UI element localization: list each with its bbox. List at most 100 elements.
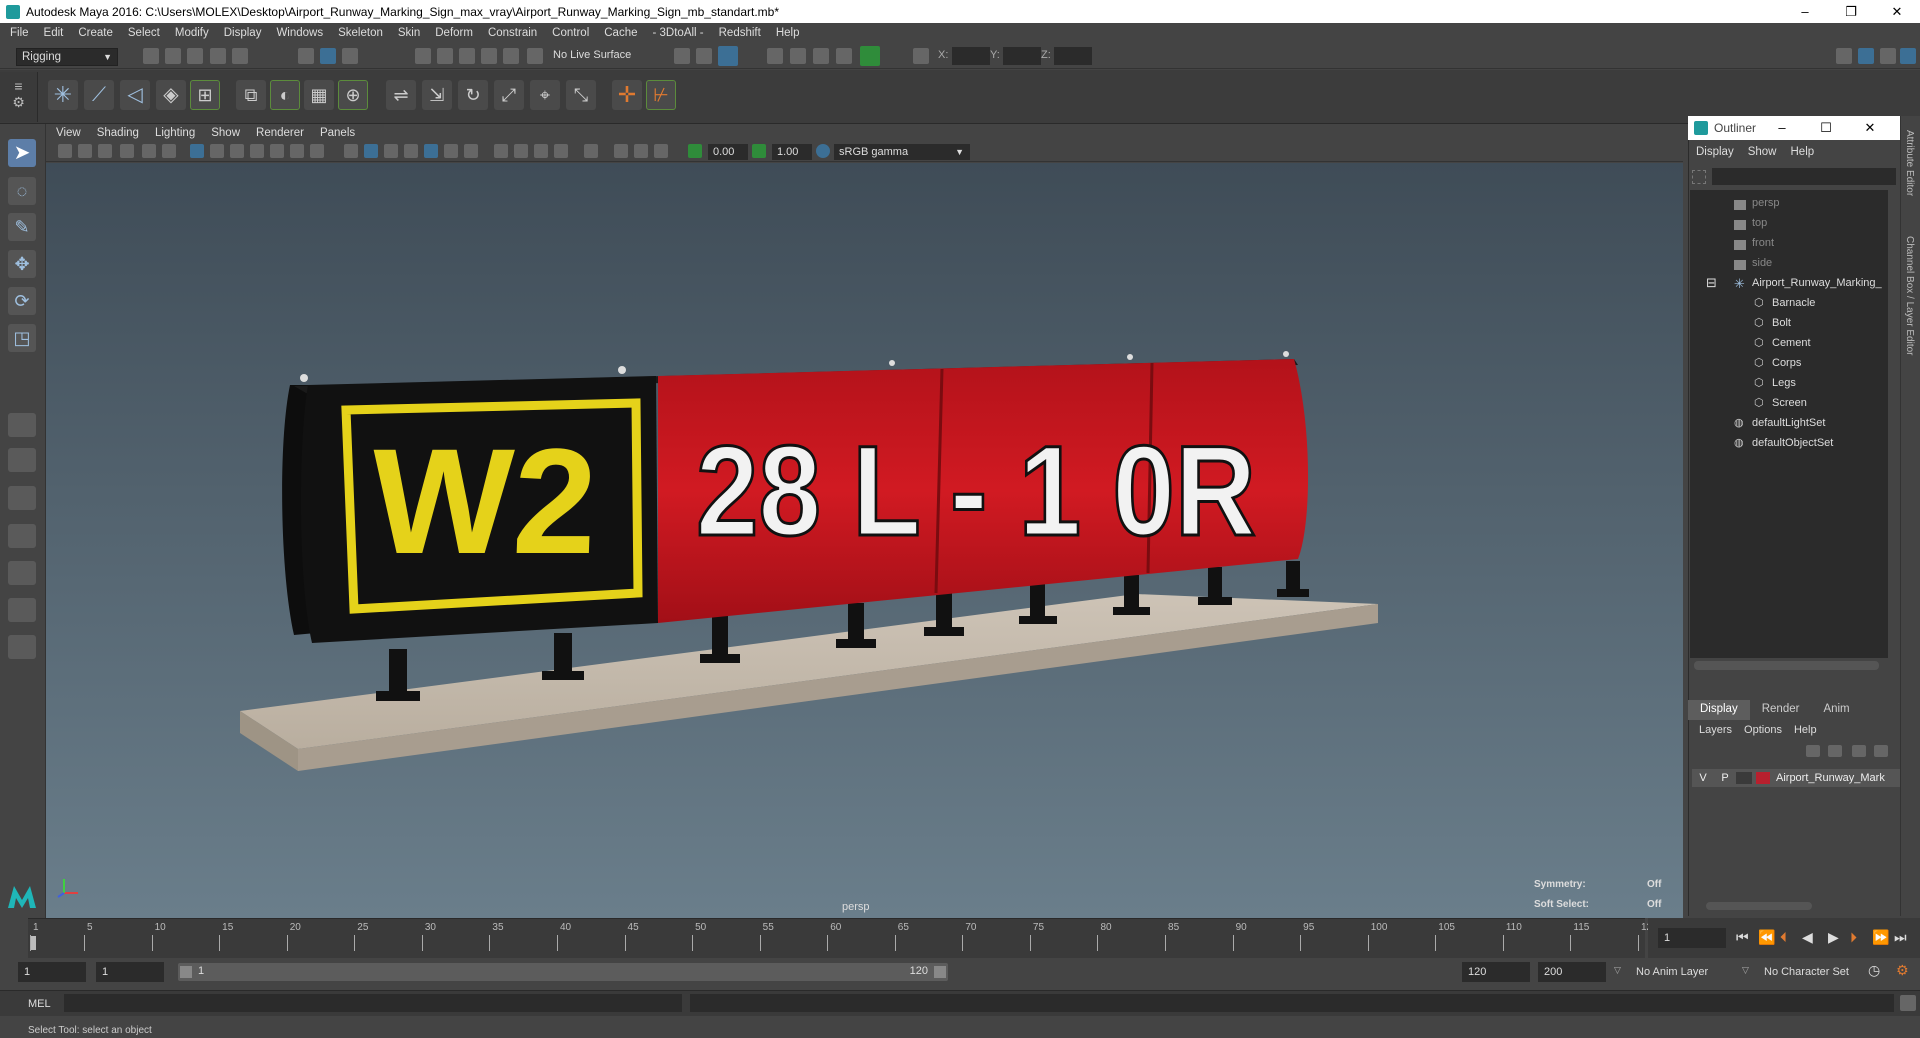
- ik-handle-icon[interactable]: ⟋: [84, 80, 114, 110]
- single-perspective-layout-icon[interactable]: [8, 413, 36, 437]
- ik-spline-icon[interactable]: ◁: [120, 80, 150, 110]
- menu-constrain[interactable]: Constrain: [488, 27, 537, 39]
- persp-graph-layout-icon[interactable]: [8, 524, 36, 548]
- viewport-menu-show[interactable]: Show: [211, 127, 240, 139]
- step-forward-frame-icon[interactable]: ⏩: [1872, 929, 1889, 945]
- channel-box-toggle-icon[interactable]: [1900, 48, 1916, 64]
- menu-skin[interactable]: Skin: [398, 27, 420, 39]
- runway-sign-model[interactable]: W2 28 L - 1 0R: [46, 163, 1683, 918]
- render-frame-icon[interactable]: [790, 48, 806, 64]
- construction-history-icon[interactable]: [674, 48, 690, 64]
- menu-cache[interactable]: Cache: [604, 27, 637, 39]
- menu-deform[interactable]: Deform: [435, 27, 473, 39]
- hypershade-icon[interactable]: [860, 46, 880, 66]
- layer-menu-options[interactable]: Options: [1744, 724, 1782, 740]
- outliner-item-persp[interactable]: persp: [1752, 197, 1780, 209]
- outliner-item-screen[interactable]: Screen: [1772, 397, 1807, 409]
- play-backward-icon[interactable]: ◀: [1802, 929, 1813, 945]
- current-frame-field[interactable]: 1: [1658, 928, 1726, 948]
- chevron-down-icon[interactable]: ▽: [1614, 965, 1621, 976]
- playback-start-field[interactable]: 1: [96, 962, 164, 982]
- undo-icon[interactable]: [210, 48, 226, 64]
- move-layer-down-icon[interactable]: [1828, 745, 1842, 757]
- tab-display[interactable]: Display: [1688, 700, 1750, 720]
- range-end-handle[interactable]: [934, 966, 946, 978]
- two-d-pan-zoom-icon[interactable]: [142, 144, 156, 158]
- xray-active-icon[interactable]: [634, 144, 648, 158]
- uv-editor-layout-icon[interactable]: [8, 598, 36, 622]
- menu-control[interactable]: Control: [552, 27, 589, 39]
- resolution-gate-icon[interactable]: [230, 144, 244, 158]
- snap-view-icon[interactable]: [481, 48, 497, 64]
- outliner-filter-icon[interactable]: [1692, 170, 1706, 184]
- outliner-item-side[interactable]: side: [1752, 257, 1772, 269]
- color-space-select[interactable]: sRGB gamma ▼: [834, 144, 970, 160]
- field-chart-icon[interactable]: [270, 144, 284, 158]
- menu-file[interactable]: File: [10, 27, 29, 39]
- color-management-icon[interactable]: [816, 144, 830, 158]
- playback-end-field[interactable]: 120: [1462, 962, 1530, 982]
- outliner-item-barnacle[interactable]: Barnacle: [1772, 297, 1815, 309]
- menu-skeleton[interactable]: Skeleton: [338, 27, 383, 39]
- outliner-menu-help[interactable]: Help: [1791, 146, 1815, 162]
- shelf-tab-handle[interactable]: ≡ ⚙: [0, 72, 38, 122]
- layer-playback-toggle[interactable]: P: [1714, 772, 1736, 784]
- snap-surface-icon[interactable]: [503, 48, 519, 64]
- outliner-item-default-light-set[interactable]: defaultLightSet: [1752, 417, 1825, 429]
- redo-icon[interactable]: [232, 48, 248, 64]
- safe-action-icon[interactable]: [290, 144, 304, 158]
- move-layer-up-icon[interactable]: [1806, 745, 1820, 757]
- snap-point-icon[interactable]: [459, 48, 475, 64]
- close-button[interactable]: ✕: [1874, 0, 1920, 23]
- snap-curve-icon[interactable]: [437, 48, 453, 64]
- outliner-item-top[interactable]: top: [1752, 217, 1767, 229]
- shelf-menu-icon[interactable]: ≡: [0, 78, 37, 94]
- rotate-tool-icon[interactable]: ⟳: [8, 287, 36, 315]
- outliner-horizontal-scrollbar[interactable]: [1694, 661, 1879, 670]
- locator-icon[interactable]: ✛: [612, 80, 642, 110]
- command-input[interactable]: [64, 994, 682, 1012]
- orient-constraint-icon[interactable]: ↻: [458, 80, 488, 110]
- attribute-editor-toggle-icon[interactable]: [1858, 48, 1874, 64]
- script-editor-icon[interactable]: [1900, 995, 1916, 1011]
- menu-help[interactable]: Help: [776, 27, 800, 39]
- new-layer-from-selection-icon[interactable]: [1874, 745, 1888, 757]
- outliner-item-group[interactable]: Airport_Runway_Marking_: [1752, 277, 1882, 289]
- snap-grid-icon[interactable]: [415, 48, 431, 64]
- collapse-icon[interactable]: ⊟: [1706, 275, 1717, 291]
- select-tool-icon[interactable]: ➤: [8, 139, 36, 167]
- camera-select-icon[interactable]: [58, 144, 72, 158]
- layer-visibility-toggle[interactable]: V: [1692, 772, 1714, 784]
- tool-settings-icon[interactable]: [1880, 48, 1896, 64]
- render-view-icon[interactable]: [767, 48, 783, 64]
- outliner-item-cement[interactable]: Cement: [1772, 337, 1811, 349]
- viewport-menu-shading[interactable]: Shading: [97, 127, 139, 139]
- wrap-deformer-icon[interactable]: ⊕: [338, 80, 368, 110]
- layer-name[interactable]: Airport_Runway_Mark: [1776, 772, 1885, 784]
- wireframe-icon[interactable]: [344, 144, 358, 158]
- set-driven-key-icon[interactable]: ⊬: [646, 80, 676, 110]
- outliner-maximize-button[interactable]: ☐: [1804, 120, 1848, 136]
- x-field[interactable]: [952, 47, 990, 65]
- auto-keyframe-icon[interactable]: ◷: [1868, 962, 1880, 978]
- attribute-editor-tab[interactable]: Attribute Editor: [1904, 130, 1915, 196]
- use-all-lights-icon[interactable]: [444, 144, 458, 158]
- display-layer-row[interactable]: V P Airport_Runway_Mark: [1692, 769, 1900, 787]
- play-forward-icon[interactable]: ▶: [1828, 929, 1839, 945]
- outliner-item-bolt[interactable]: Bolt: [1772, 317, 1791, 329]
- outliner-search-input[interactable]: [1712, 168, 1896, 185]
- perspective-viewport[interactable]: W2 28 L - 1 0R persp Symmetry: Off Soft …: [46, 163, 1683, 918]
- gamma-field[interactable]: 1.00: [772, 144, 812, 160]
- smooth-shade-icon[interactable]: [364, 144, 378, 158]
- viewport-menu-renderer[interactable]: Renderer: [256, 127, 304, 139]
- step-back-key-icon[interactable]: ⏴: [1780, 929, 1787, 945]
- camera-attributes-icon[interactable]: [78, 144, 92, 158]
- joint-tool-icon[interactable]: ✳: [48, 80, 78, 110]
- channel-box-tab[interactable]: Channel Box / Layer Editor: [1904, 236, 1915, 356]
- exposure-field[interactable]: 0.00: [708, 144, 748, 160]
- tab-render[interactable]: Render: [1750, 700, 1812, 720]
- safe-title-icon[interactable]: [310, 144, 324, 158]
- point-constraint-icon[interactable]: ⇲: [422, 80, 452, 110]
- lasso-tool-icon[interactable]: ◌: [8, 177, 36, 205]
- animation-end-field[interactable]: 200: [1538, 962, 1606, 982]
